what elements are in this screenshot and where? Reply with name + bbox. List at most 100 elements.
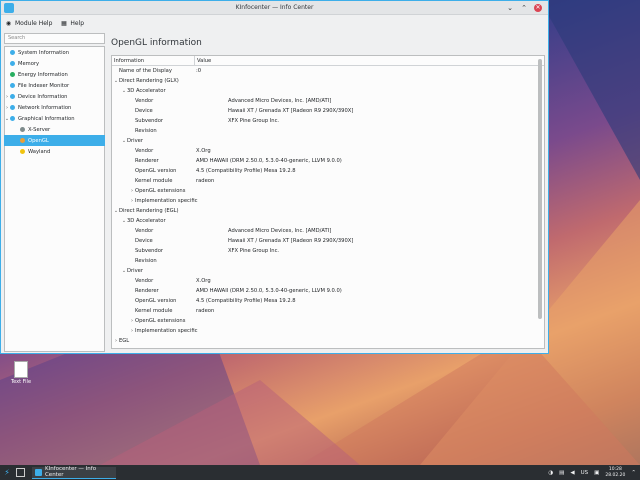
module-icon <box>10 61 15 66</box>
sidebar-tree: System Information Memory Energy Informati… <box>4 47 105 157</box>
text-file-icon <box>14 361 28 378</box>
desktop-file-label: Text File <box>10 379 32 385</box>
sidebar-item[interactable]: File Indexer Monitor <box>4 80 105 91</box>
row-key: OpenGL version <box>135 168 177 174</box>
titlebar[interactable]: KInfocenter — Info Center ⌄ ⌃ ✕ <box>1 1 548 15</box>
desktop-text-file[interactable]: Text File <box>8 361 34 385</box>
table-row[interactable]: Vendor X.Org <box>112 276 544 286</box>
sidebar-item[interactable]: System Information <box>4 47 105 58</box>
clock-date: 28.02.20 <box>605 472 626 478</box>
row-key: EGL <box>119 338 130 344</box>
keyboard-layout[interactable]: US <box>581 470 589 476</box>
help-label: Help <box>70 19 85 27</box>
minimize-icon[interactable]: ⌄ <box>506 3 514 13</box>
sidebar-item-label: System Information <box>18 49 70 56</box>
module-icon <box>20 127 25 132</box>
sidebar-item[interactable]: › Device Information <box>4 91 105 102</box>
row-value: XFX Pine Group Inc. <box>228 248 280 254</box>
row-key: OpenGL version <box>135 298 177 304</box>
sidebar-item[interactable]: Wayland <box>4 146 105 157</box>
sidebar-item-label: X-Server <box>28 126 51 133</box>
help-button[interactable]: ▦ Help <box>60 20 84 27</box>
table-row[interactable]: › Implementation specific <box>112 196 544 206</box>
application-launcher-icon[interactable]: ⚡ <box>2 468 12 477</box>
kinfocenter-task-icon <box>35 468 42 476</box>
module-help-button[interactable]: ◉ Module Help <box>5 19 53 27</box>
table-row[interactable]: OpenGL version 4.5 (Compatibility Profile… <box>112 296 544 306</box>
network-icon[interactable]: ▣ <box>594 470 599 476</box>
row-value: Hawaii XT / Grenada XT [Radeon R9 290X/3… <box>228 108 354 114</box>
table-row[interactable]: ⌄ Direct Rendering (GLX) <box>112 76 544 86</box>
column-header-information[interactable]: Information <box>112 56 195 65</box>
clipboard-icon[interactable]: ▤ <box>559 470 564 476</box>
table-row[interactable]: ⌄ 3D Accelerator <box>112 216 544 226</box>
table-row[interactable]: ⌄ Driver <box>112 136 544 146</box>
search-input[interactable]: Search <box>4 33 105 44</box>
expand-tray-icon[interactable]: ⌃ <box>631 470 636 476</box>
sidebar-item-label: Device Information <box>18 93 68 100</box>
table-row[interactable]: OpenGL version 4.5 (Compatibility Profile… <box>112 166 544 176</box>
table-row[interactable]: Device Hawaii XT / Grenada XT [Radeon R9 … <box>112 106 544 116</box>
taskbar-task-kinfocenter[interactable]: KInfocenter — Info Center <box>32 466 116 479</box>
table-row[interactable]: ⌄ 3D Accelerator <box>112 86 544 96</box>
row-key: Revision <box>135 258 157 264</box>
table-row[interactable]: › Implementation specific <box>112 326 544 336</box>
sidebar-item-label: File Indexer Monitor <box>18 82 70 89</box>
volume-icon[interactable]: ◀ <box>570 470 574 476</box>
row-key: Vendor <box>135 98 154 104</box>
row-key: Revision <box>135 128 157 134</box>
module-icon <box>20 138 25 143</box>
table-row[interactable]: Vendor X.Org <box>112 146 544 156</box>
table-row[interactable]: Kernel module radeon <box>112 306 544 316</box>
row-value: Advanced Micro Devices, Inc. [AMD/ATI] <box>228 98 332 104</box>
table-row[interactable]: › OpenGL extensions <box>112 186 544 196</box>
sidebar-item-label: Network Information <box>18 104 72 111</box>
close-icon[interactable]: ✕ <box>534 3 542 12</box>
table-row[interactable]: Renderer AMD HAWAII (DRM 2.50.0, 5.3.0-40… <box>112 286 544 296</box>
sidebar-item-label: OpenGL <box>28 137 49 144</box>
system-tray: ◑ ▤ ◀ US ▣ 10:28 28.02.20 ⌃ <box>548 467 636 479</box>
module-icon <box>10 83 15 88</box>
vertical-scrollbar[interactable] <box>538 59 542 319</box>
table-row[interactable]: › OpenGL extensions <box>112 316 544 326</box>
row-key: Vendor <box>135 278 154 284</box>
row-value: AMD HAWAII (DRM 2.50.0, 5.3.0-40-generic… <box>196 158 342 164</box>
table-body: Name of the Display:0 ⌄ Direct Rendering (… <box>112 66 544 346</box>
table-row[interactable]: ⌄ Direct Rendering (EGL) <box>112 206 544 216</box>
page-title: OpenGL information <box>111 38 202 48</box>
row-key: Device <box>135 108 153 114</box>
sidebar-item-label: Graphical Information <box>18 115 75 122</box>
sidebar-item[interactable]: X-Server <box>4 124 105 135</box>
table-row[interactable]: Subvendor XFX Pine Group Inc. <box>112 246 544 256</box>
sidebar-item[interactable]: Energy Information <box>4 69 105 80</box>
row-value: 4.5 (Compatibility Profile) Mesa 19.2.8 <box>196 298 296 304</box>
notifications-icon[interactable]: ◑ <box>548 470 553 476</box>
digital-clock[interactable]: 10:28 28.02.20 <box>605 467 625 479</box>
table-row[interactable]: Subvendor XFX Pine Group Inc. <box>112 116 544 126</box>
task-label: KInfocenter — Info Center <box>44 466 97 478</box>
sidebar-item[interactable]: OpenGL <box>4 135 105 146</box>
row-value: :0 <box>196 68 202 74</box>
table-header: Information Value <box>112 56 544 66</box>
table-row[interactable]: Kernel module radeon <box>112 176 544 186</box>
sidebar-item[interactable]: › Network Information <box>4 102 105 113</box>
table-row[interactable]: Renderer AMD HAWAII (DRM 2.50.0, 5.3.0-40… <box>112 156 544 166</box>
sidebar-item-label: Wayland <box>28 148 51 155</box>
help-contents-icon: ◉ <box>5 19 12 27</box>
row-value: XFX Pine Group Inc. <box>228 118 280 124</box>
sidebar-item[interactable]: ⌄ Graphical Information <box>4 113 105 124</box>
table-row[interactable]: Device Hawaii XT / Grenada XT [Radeon R9 … <box>112 236 544 246</box>
table-row[interactable]: › EGL <box>112 336 544 346</box>
table-row[interactable]: Name of the Display:0 <box>112 66 544 76</box>
row-key: OpenGL extensions <box>135 318 186 324</box>
module-icon <box>20 149 25 154</box>
maximize-icon[interactable]: ⌃ <box>520 3 528 13</box>
show-desktop-icon[interactable] <box>16 468 25 477</box>
table-row[interactable]: Vendor Advanced Micro Devices, Inc. [AMD/… <box>112 96 544 106</box>
column-header-value[interactable]: Value <box>195 56 211 65</box>
table-row[interactable]: ⌄ Driver <box>112 266 544 276</box>
table-row[interactable]: Revision <box>112 126 544 136</box>
sidebar-item[interactable]: Memory <box>4 58 105 69</box>
table-row[interactable]: Revision <box>112 256 544 266</box>
table-row[interactable]: Vendor Advanced Micro Devices, Inc. [AMD/… <box>112 226 544 236</box>
